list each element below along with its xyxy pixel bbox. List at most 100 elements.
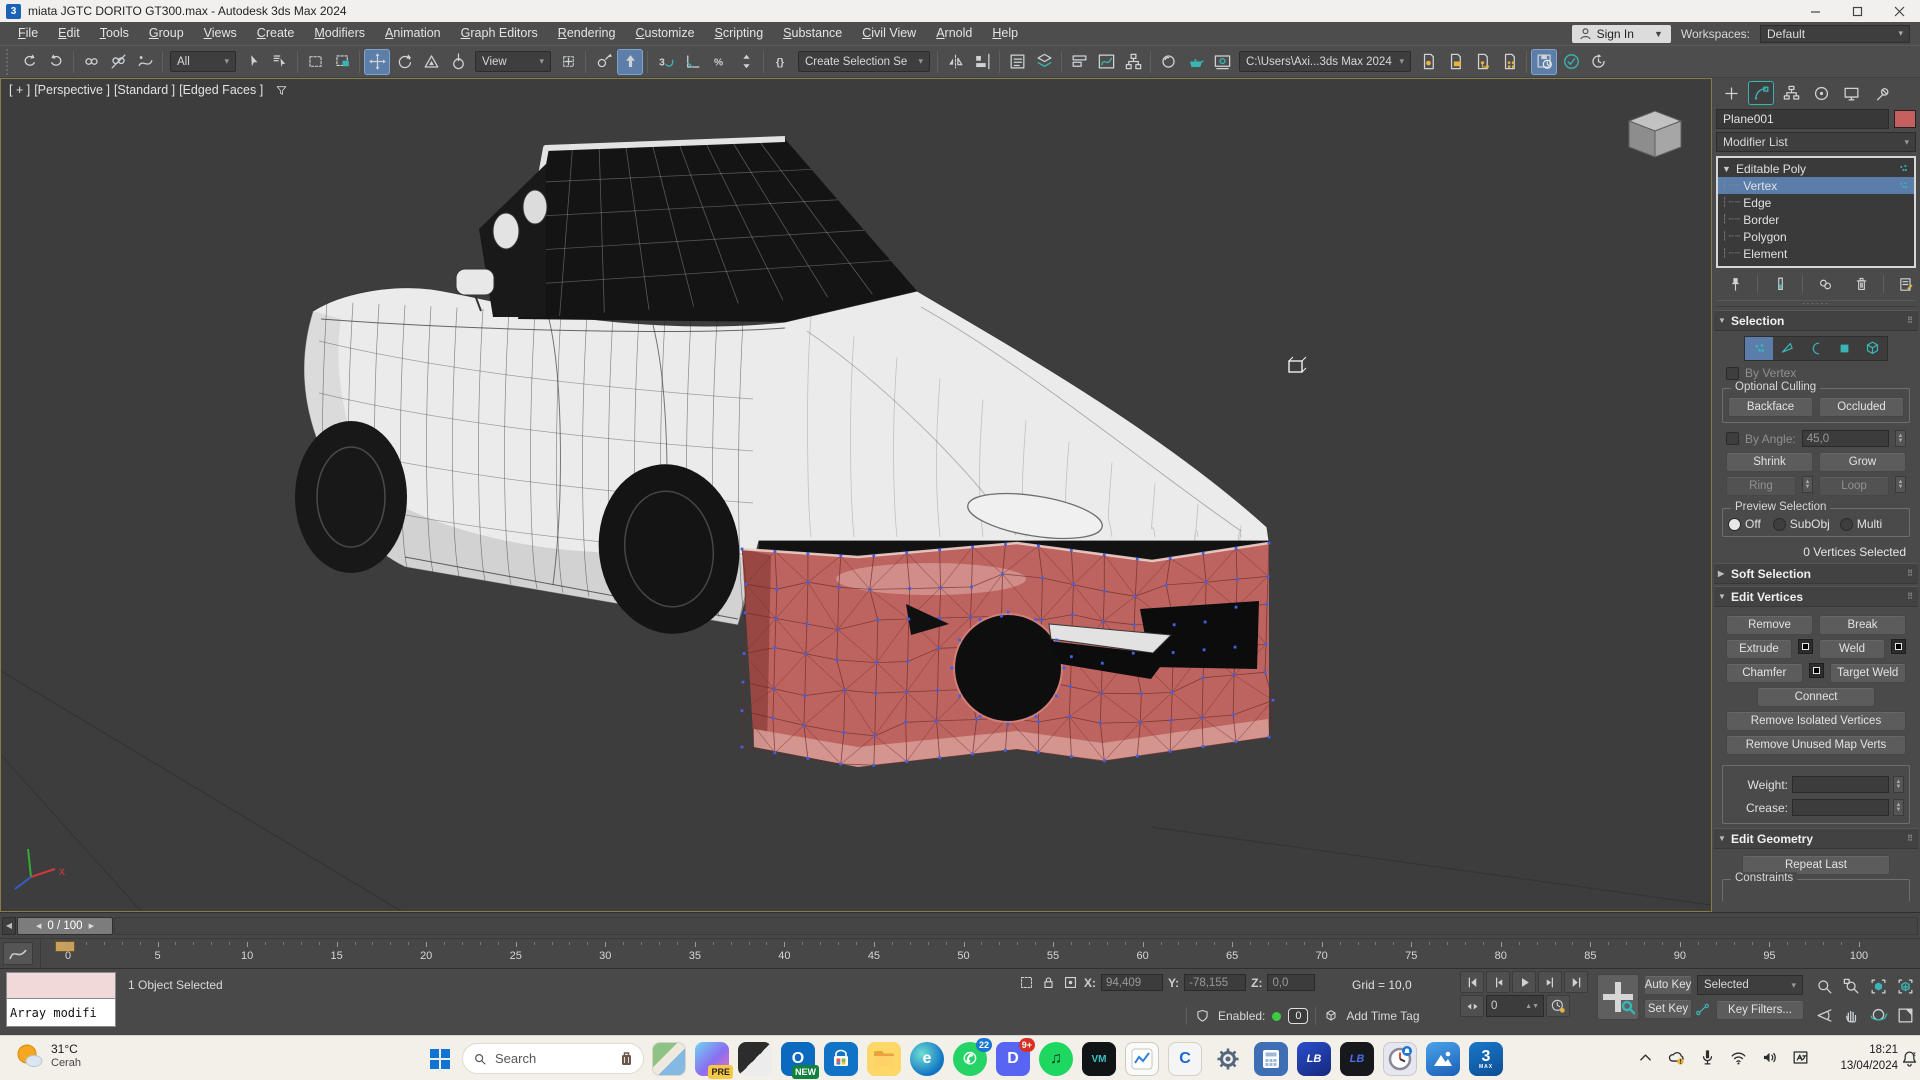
taskbar-app-lb-blue[interactable]: LB xyxy=(1297,1042,1331,1076)
select-by-name-icon[interactable] xyxy=(267,49,293,75)
show-end-result-icon[interactable] xyxy=(1763,272,1797,296)
taskbar-app-settings[interactable] xyxy=(1211,1042,1245,1076)
remove-modifier-icon[interactable] xyxy=(1844,272,1878,296)
taskbar-app-lb-black[interactable]: LB xyxy=(1340,1042,1374,1076)
menu-civil-view[interactable]: Civil View xyxy=(852,22,926,45)
toolbar-handle[interactable] xyxy=(6,49,12,75)
rollout-soft-selection[interactable]: ▶Soft Selection⠿ xyxy=(1714,563,1918,584)
menu-create[interactable]: Create xyxy=(247,22,305,45)
rendered-frame-window-icon[interactable] xyxy=(1209,49,1235,75)
set-key-button[interactable]: Set Key xyxy=(1644,999,1692,1019)
viewport-label-1[interactable]: [Perspective ] xyxy=(34,83,110,97)
menu-group[interactable]: Group xyxy=(139,22,194,45)
shrink-button[interactable]: Shrink xyxy=(1726,452,1813,472)
select-and-rotate-icon[interactable] xyxy=(391,49,417,75)
adaptive-degradation-icon[interactable] xyxy=(1194,1008,1211,1025)
pan-button[interactable] xyxy=(1839,1002,1864,1028)
weld-button[interactable]: Weld xyxy=(1819,639,1885,659)
material-editor-icon[interactable] xyxy=(1155,49,1181,75)
selection-filter-dropdown[interactable]: All xyxy=(170,51,236,72)
tab-utilities[interactable] xyxy=(1868,81,1894,105)
subobject-edge-icon[interactable] xyxy=(1773,337,1801,360)
taskbar-app-terminal[interactable]: VM xyxy=(1082,1042,1116,1076)
taskbar-app-calculator[interactable] xyxy=(1254,1042,1288,1076)
zoom-extents-all-button[interactable] xyxy=(1893,973,1918,999)
rollout-edit-vertices[interactable]: ▼Edit Vertices⠿ xyxy=(1714,586,1918,607)
named-selection-set-dropdown[interactable]: Create Selection Se xyxy=(798,51,930,72)
menu-file[interactable]: File xyxy=(8,22,48,45)
spinner-snap-icon[interactable] xyxy=(733,49,759,75)
viewport-label-2[interactable]: [Standard ] xyxy=(114,83,175,97)
taskbar-app-whatsapp[interactable]: ✆22 xyxy=(953,1042,987,1076)
set-keys-button[interactable] xyxy=(1597,974,1639,1020)
angle-snap-icon[interactable] xyxy=(679,49,705,75)
close-icon[interactable] xyxy=(1878,0,1920,22)
viewport-label-3[interactable]: [Edged Faces ] xyxy=(179,83,263,97)
volume-icon[interactable] xyxy=(1760,1048,1779,1067)
menu-tools[interactable]: Tools xyxy=(90,22,139,45)
loop-spinner[interactable]: ▲▼ xyxy=(1895,476,1906,493)
minimize-icon[interactable] xyxy=(1794,0,1836,22)
notification-bell-icon[interactable]: z xyxy=(1900,1049,1919,1068)
previous-frame-arrow[interactable]: ◀ xyxy=(2,917,16,935)
workspace-dropdown[interactable]: Default xyxy=(1760,25,1910,43)
preview-off-radio[interactable] xyxy=(1728,518,1741,531)
stack-item-edge[interactable]: ┆┄┄Edge xyxy=(1718,194,1914,211)
go-to-start-button[interactable] xyxy=(1460,971,1484,993)
use-pivot-point-center-icon[interactable] xyxy=(555,49,581,75)
undo-icon[interactable] xyxy=(16,49,42,75)
zoom-all-button[interactable] xyxy=(1839,973,1864,999)
x-coordinate-field[interactable]: 94,409 xyxy=(1101,974,1163,991)
asset-script-grid-icon[interactable] xyxy=(1496,49,1522,75)
mirror-icon[interactable] xyxy=(942,49,968,75)
next-frame-button[interactable] xyxy=(1538,971,1562,993)
time-slider-track[interactable] xyxy=(114,917,1918,935)
tab-display[interactable] xyxy=(1838,81,1864,105)
mini-curve-editor-button[interactable] xyxy=(3,942,33,965)
taskbar-app-copilot[interactable]: PRE xyxy=(695,1042,729,1076)
tab-hierarchy[interactable] xyxy=(1778,81,1804,105)
zoom-button[interactable] xyxy=(1812,973,1837,999)
stack-item-border[interactable]: ┆┄┄Border xyxy=(1718,211,1914,228)
maxscript-mini-listener[interactable]: Array modifi xyxy=(6,972,116,1027)
by-angle-checkbox[interactable] xyxy=(1726,432,1739,445)
taskbar-app-3ds-max[interactable]: 3MAX xyxy=(1469,1042,1503,1076)
menu-customize[interactable]: Customize xyxy=(625,22,704,45)
by-angle-spinner[interactable]: ▲▼ xyxy=(1895,430,1906,447)
redo-icon[interactable] xyxy=(43,49,69,75)
menu-rendering[interactable]: Rendering xyxy=(548,22,626,45)
maximize-icon[interactable] xyxy=(1836,0,1878,22)
crease-spinner[interactable]: ▲▼ xyxy=(1893,799,1904,816)
menu-arnold[interactable]: Arnold xyxy=(926,22,982,45)
unlink-selection-icon[interactable] xyxy=(105,49,131,75)
select-and-move-icon[interactable] xyxy=(364,49,390,75)
chamfer-settings-button[interactable] xyxy=(1809,663,1824,678)
start-button[interactable] xyxy=(424,1043,456,1075)
taskbar-app-store[interactable] xyxy=(824,1042,858,1076)
loop-button[interactable]: Loop xyxy=(1819,476,1889,496)
rollout-selection[interactable]: ▼Selection⠿ xyxy=(1714,310,1918,331)
curve-editor-icon[interactable] xyxy=(1093,49,1119,75)
view-cube[interactable] xyxy=(1611,103,1691,165)
asset-script-folder-icon[interactable] xyxy=(1442,49,1468,75)
select-and-uniform-scale-icon[interactable] xyxy=(418,49,444,75)
tab-create[interactable] xyxy=(1718,81,1744,105)
asset-script-gear-icon[interactable] xyxy=(1415,49,1441,75)
rectangular-selection-region-icon[interactable] xyxy=(302,49,328,75)
extrude-settings-button[interactable] xyxy=(1798,639,1813,654)
stack-item-vertex[interactable]: ┆┄┄Vertex xyxy=(1718,177,1914,194)
select-and-manipulate-icon[interactable] xyxy=(590,49,616,75)
field-of-view-button[interactable] xyxy=(1812,1002,1837,1028)
transform-gizmo-icon[interactable] xyxy=(1062,974,1079,991)
timeline-ruler[interactable]: 0510152025303540455055606570758085909510… xyxy=(40,939,1912,968)
toggle-scene-explorer-icon[interactable] xyxy=(1004,49,1030,75)
key-filters-button[interactable]: Key Filters... xyxy=(1716,1000,1804,1020)
by-vertex-checkbox[interactable] xyxy=(1726,367,1739,380)
occluded-button[interactable]: Occluded xyxy=(1819,397,1904,417)
asset-script-nodes-icon[interactable] xyxy=(1469,49,1495,75)
toggle-ribbon-icon[interactable] xyxy=(1066,49,1092,75)
chevron-up-icon[interactable] xyxy=(1636,1048,1655,1067)
subobject-polygon-icon[interactable] xyxy=(1830,337,1858,360)
wifi-icon[interactable] xyxy=(1729,1048,1748,1067)
select-and-place-icon[interactable] xyxy=(445,49,471,75)
